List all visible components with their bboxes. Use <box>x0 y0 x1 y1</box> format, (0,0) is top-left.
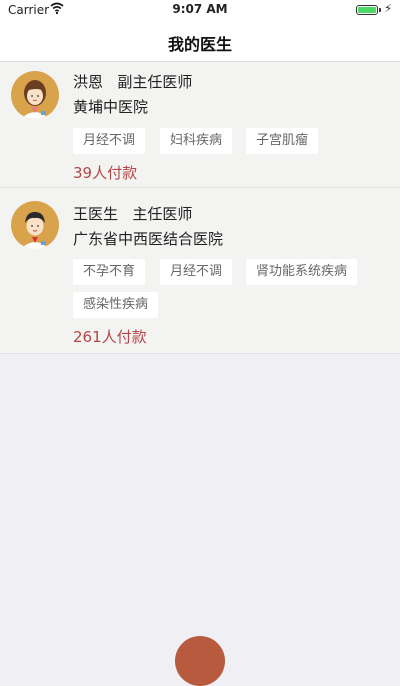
specialty-tag: 月经不调 <box>73 128 146 154</box>
doctor-name-line: 王医生 主任医师 <box>73 203 192 224</box>
specialty-tag: 月经不调 <box>160 259 233 285</box>
status-bar: Carrier 9:07 AM ⚡ <box>0 0 400 20</box>
battery-tip <box>379 8 381 12</box>
nav-bar: 我的医生 <box>0 20 400 62</box>
doctor-hospital: 广东省中西医结合医院 <box>73 230 224 248</box>
doctor-card[interactable]: 洪恩 副主任医师 黄埔中医院 月经不调 妇科疾病 子宫肌瘤 39人付款 <box>0 62 400 188</box>
specialty-tag: 感染性疾病 <box>73 292 159 318</box>
specialty-tag: 肾功能系统疾病 <box>246 259 358 285</box>
clock: 9:07 AM <box>172 2 228 16</box>
female-doctor-avatar <box>11 71 59 119</box>
page-title: 我的医生 <box>167 35 232 54</box>
paid-count: 261人付款 <box>73 328 147 346</box>
specialty-tag: 子宫肌瘤 <box>246 128 319 154</box>
paid-count: 39人付款 <box>73 164 138 182</box>
doctor-card[interactable]: 王医生 主任医师 广东省中西医结合医院 不孕不育 月经不调 肾功能系统疾病 感染… <box>0 188 400 354</box>
doctor-name-line: 洪恩 副主任医师 <box>73 71 192 92</box>
doctor-title: 主任医师 <box>132 205 193 223</box>
specialty-tag: 妇科疾病 <box>160 128 233 154</box>
doctor-hospital: 黄埔中医院 <box>73 98 149 116</box>
specialty-tag: 不孕不育 <box>73 259 146 285</box>
doctor-name: 王医生 <box>73 205 119 223</box>
doctor-title: 副主任医师 <box>117 73 193 91</box>
doctor-name: 洪恩 <box>73 73 104 91</box>
bottom-action-button[interactable] <box>175 636 225 686</box>
male-doctor-avatar <box>11 201 59 249</box>
battery-icon <box>356 5 378 15</box>
charging-icon: ⚡ <box>384 2 392 15</box>
